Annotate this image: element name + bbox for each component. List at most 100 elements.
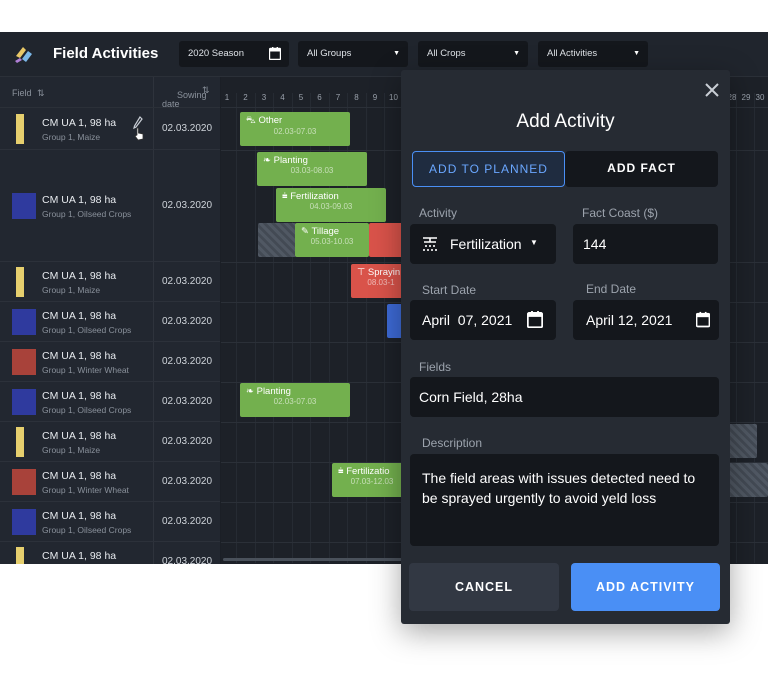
sowing-date: 02.03.2020 [162,556,213,564]
activities-select[interactable]: All Activities ▼ [538,41,648,67]
calendar-icon[interactable] [696,311,710,328]
planting-icon: ❧ [246,386,254,397]
table-row[interactable]: CM UA 1, 98 ha Group 1, Oilseed Crops 02.0… [0,150,220,262]
calendar-icon [269,47,281,60]
chevron-down-icon: ▼ [513,50,520,57]
table-row[interactable]: CM UA 1, 98 ha Group 1, Maize 02.03.2020 [0,262,220,302]
season-select[interactable]: 2020 Season [179,41,289,67]
crop-color-swatch [12,469,36,495]
grid-column-line [254,93,256,563]
crop-color-swatch [12,193,36,219]
spraying-icon: ⊤ [357,267,366,278]
add-activity-button[interactable]: ADD ACTIVITY [571,563,720,611]
tillage-icon: ✎ [301,226,309,237]
day-label: 9 [372,93,378,102]
cancel-button[interactable]: CANCEL [409,563,559,611]
activity-bar-tillage[interactable]: ✎ Tillage 05.03-10.03 [295,223,369,257]
field-group: Group 1, Oilseed Crops [42,525,132,535]
sowing-date: 02.03.2020 [162,316,213,327]
horizontal-scrollbar[interactable] [223,558,403,561]
fertilization-icon [423,237,437,251]
fields-input[interactable]: Corn Field, 28ha [410,377,719,417]
fields-label: Fields [419,360,452,374]
groups-select-value: All Groups [307,48,352,59]
field-group: Group 1, Winter Wheat [42,365,129,375]
table-row[interactable]: CM UA 1, 98 ha Group 1, Winter Wheat 02.03… [0,342,220,382]
field-name: CM UA 1, 98 ha [42,116,117,129]
day-label: 8 [354,93,359,102]
crop-color-swatch [12,349,36,375]
sowing-date: 02.03.2020 [162,436,213,447]
tab-add-fact[interactable]: ADD FACT [565,151,718,187]
chevron-down-icon: ▼ [393,50,400,57]
activity-select-value: Fertilization [450,236,522,252]
activity-bar-hatched-right-1[interactable] [727,424,757,458]
planting-icon: ❧ [263,155,271,166]
field-name: CM UA 1, 98 ha [42,350,117,362]
activities-select-value: All Activities [547,48,598,59]
field-group: Group 1, Oilseed Crops [42,325,132,335]
field-group: Group 1, Maize [42,285,101,295]
table-row[interactable]: CM UA 1, 98 ha Group 1, Maize 02.03.2020 [0,422,220,462]
table-row[interactable]: CM UA 1, 98 ha Group 1, Winter Wheat 02.03… [0,462,220,502]
table-row[interactable]: CM UA 1, 98 ha Group 1, Oilseed Crops 02.0… [0,382,220,422]
sowing-date: 02.03.2020 [162,476,213,487]
sowing-date: 02.03.2020 [162,396,213,407]
end-date-input[interactable]: April 12, 2021 [573,300,719,340]
sowing-date: 02.03.2020 [162,200,213,211]
other-activity-icon: ⛍ [246,115,256,126]
activity-bar-fertilization[interactable]: ⩧ Fertilization 04.03-09.03 [276,188,386,222]
start-date-input[interactable]: April 07, 2021 [410,300,556,340]
calendar-icon[interactable] [527,311,543,328]
groups-select[interactable]: All Groups ▼ [298,41,408,67]
chevron-down-icon: ▼ [633,50,640,57]
page-title: Field Activities [53,45,159,62]
chevron-down-icon: ▼ [530,238,538,247]
activity-bar-other[interactable]: ⛍ Other 02.03-07.03 [240,112,350,146]
activity-select[interactable]: Fertilization ▼ [410,224,556,264]
day-label: 7 [335,93,341,102]
field-group: Group 1, Oilseed Crops [42,209,132,219]
activity-bar-fertilization-2[interactable]: ⩧ Fertilizatio 07.03-12.03 [332,463,412,497]
table-row[interactable]: CM UA 1, 98 ha Group 1, Oilseed Crops 02.0… [0,302,220,342]
crop-color-swatch [16,267,24,297]
day-label: 10 [389,93,398,102]
crop-color-swatch [16,113,24,144]
field-name: CM UA 1, 98 ha [42,194,117,206]
add-activity-dialog: Add Activity ADD TO PLANNED ADD FACT Act… [401,70,730,624]
activity-label: Activity [419,206,458,220]
sowing-date: 02.03.2020 [162,122,213,134]
activity-bar-hatched-right-2[interactable] [727,463,768,497]
start-date-label: Start Date [422,283,477,297]
fact-cost-input[interactable]: 144 [573,224,718,264]
activity-bar-hatched[interactable] [258,223,296,257]
field-group: Group 1, Maize [42,131,101,142]
description-textarea[interactable]: The field areas with issues detected nee… [410,454,719,546]
day-label: 6 [317,93,322,102]
crops-select[interactable]: All Crops ▼ [418,41,528,67]
table-row[interactable]: CM UA 1, 98 ha Group 1, Oilseed Crops 02.0… [0,502,220,542]
sowing-date: 02.03.2020 [162,516,213,527]
field-group: Group 1, Oilseed Crops [42,405,132,415]
grid-column-line [236,93,237,563]
day-label: 3 [261,93,267,102]
activity-bar-planting-2[interactable]: ❧ Planting 02.03-07.03 [240,383,350,417]
crops-select-value: All Crops [427,48,466,59]
field-name: CM UA 1, 98 ha [42,550,117,562]
fertilization-icon: ⩧ [338,466,344,477]
crop-color-swatch [16,427,24,457]
description-label: Description [422,436,483,450]
table-row[interactable]: CM UA 1, 98 ha Group 1, Maize 02.03.2020 [0,107,220,150]
field-group: Group 1, Maize [42,445,101,455]
cost-label: Fact Coast ($) [582,206,659,220]
fields-table: Field ⇅ Sowing date ⇅ CM UA 1, 98 ha Grou… [0,77,220,564]
close-icon[interactable] [704,82,720,98]
sort-icon: ⇅ [202,85,210,95]
fertilization-icon: ⩧ [282,191,288,202]
field-group: Group 1, Winter Wheat [42,485,129,495]
crop-color-swatch [16,547,24,564]
table-row[interactable]: CM UA 1, 98 ha 02.03.2020 [0,542,220,564]
activity-bar-planting[interactable]: ❧ Planting 03.03-08.03 [257,152,367,186]
tab-add-to-planned[interactable]: ADD TO PLANNED [412,151,565,187]
crop-color-swatch [12,389,36,415]
